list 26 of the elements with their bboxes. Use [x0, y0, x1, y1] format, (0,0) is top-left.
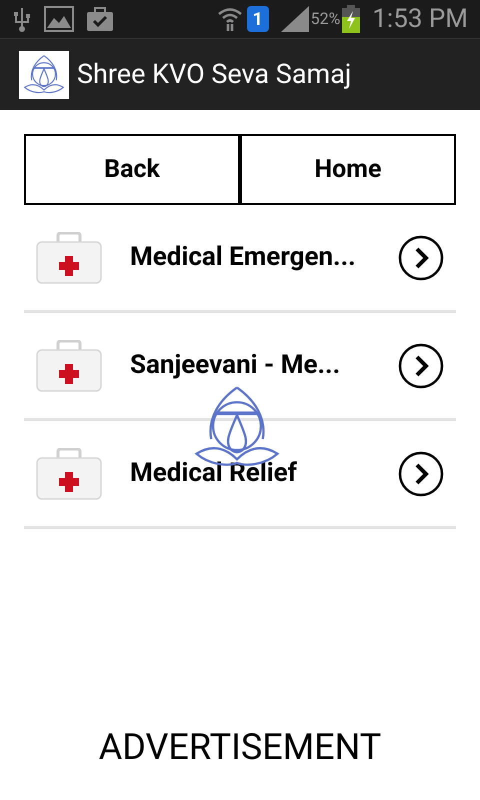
- clock: 1:53 PM: [372, 2, 468, 36]
- battery-charging-icon: [342, 5, 360, 33]
- advertisement-label: ADVERTISEMENT: [98, 725, 382, 770]
- item-label: Sanjeevani - Me...: [130, 349, 342, 382]
- sim-badge: 1: [246, 6, 269, 32]
- list-item[interactable]: Medical Relief: [24, 421, 456, 529]
- usb-icon: [12, 6, 32, 32]
- image-icon: [44, 6, 74, 32]
- first-aid-kit-icon: [36, 232, 102, 284]
- app-logo-icon: [19, 50, 69, 98]
- app-title: Shree KVO Seva Samaj: [77, 57, 352, 92]
- nav-button[interactable]: Back: [24, 134, 240, 205]
- signal-icon: [280, 6, 309, 32]
- list-item[interactable]: Medical Emergen...: [24, 205, 456, 313]
- chevron-circle-icon: [398, 234, 444, 280]
- first-aid-kit-icon: [36, 448, 102, 500]
- chevron-circle-icon: [398, 342, 444, 388]
- battery-percent: 52%: [310, 8, 340, 30]
- wifi-icon: [216, 6, 243, 32]
- item-label: Medical Relief: [130, 457, 298, 490]
- list-item[interactable]: Sanjeevani - Me...: [24, 313, 456, 421]
- item-label: Medical Emergen...: [130, 241, 357, 274]
- briefcase-check-icon: [86, 6, 114, 32]
- nav-button[interactable]: Home: [240, 134, 456, 205]
- first-aid-kit-icon: [36, 340, 102, 392]
- chevron-circle-icon: [398, 450, 444, 496]
